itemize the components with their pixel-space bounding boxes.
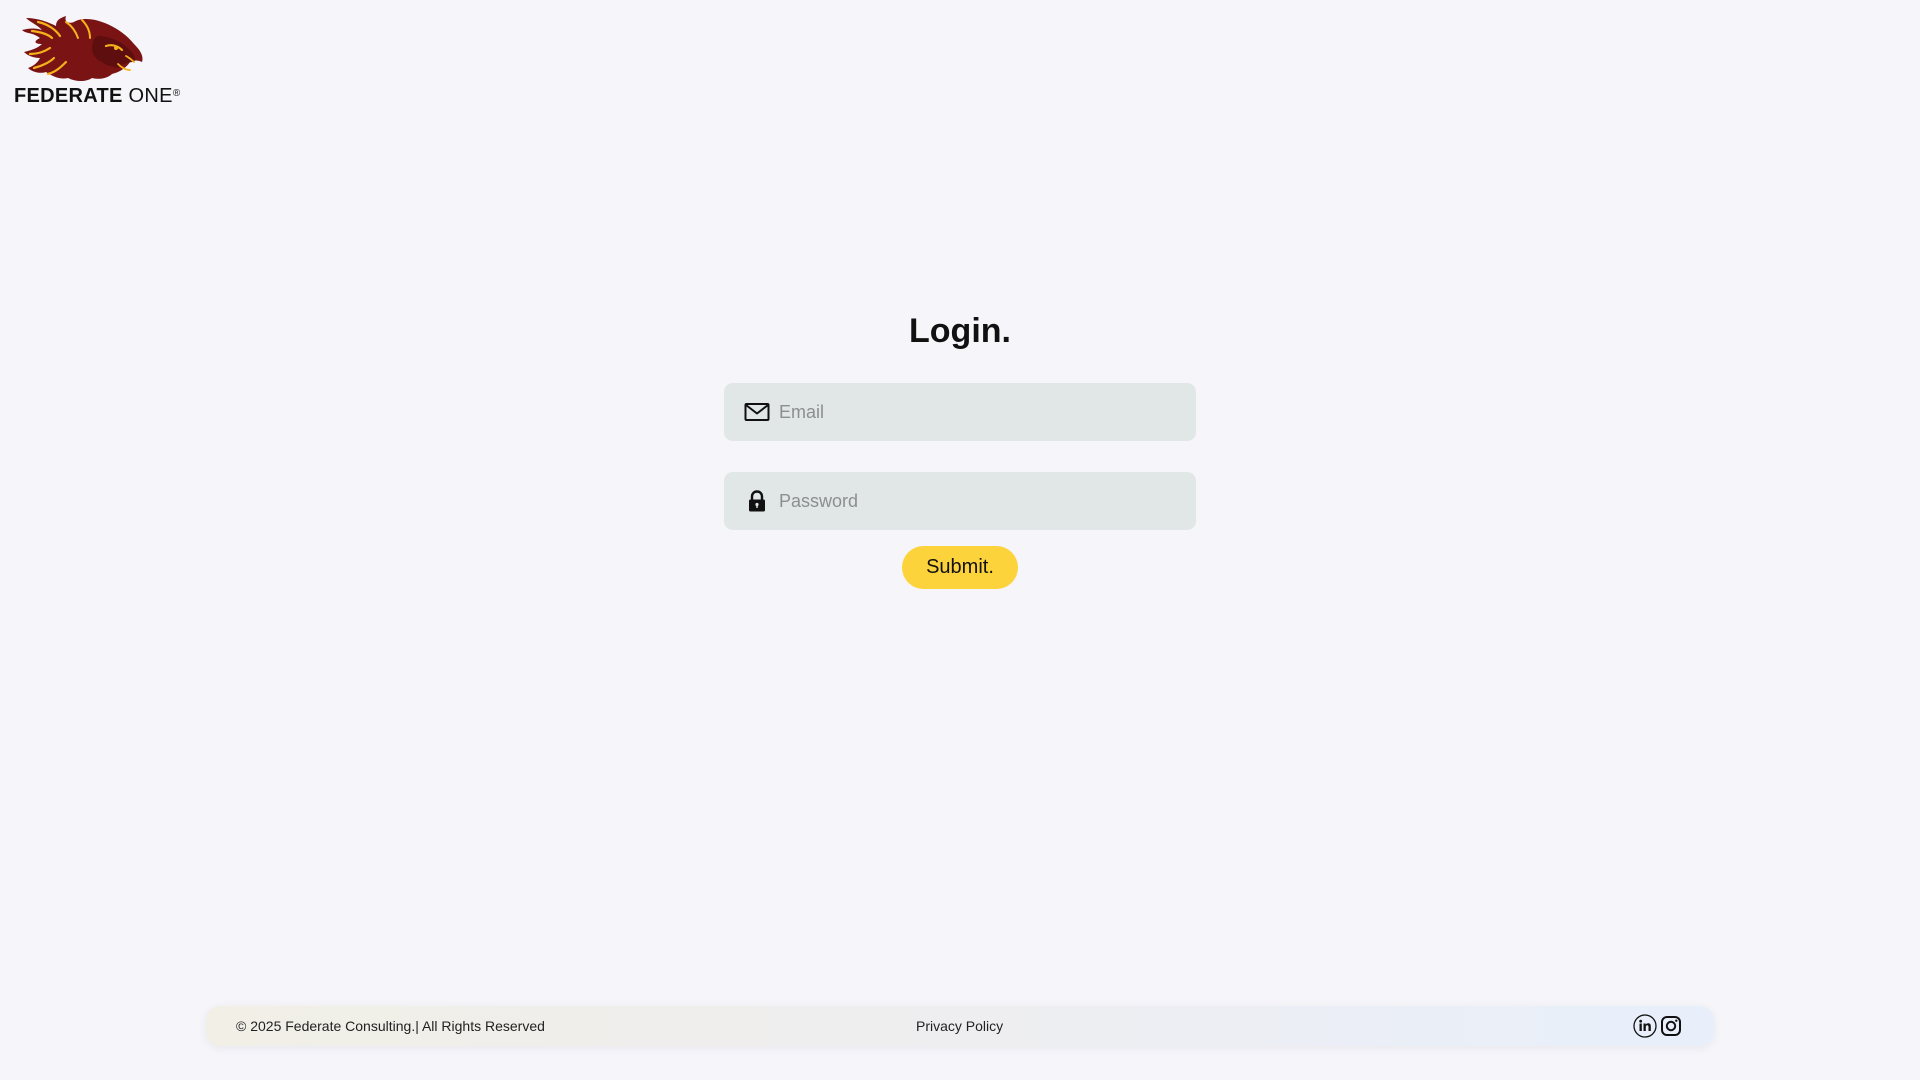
copyright-text: © 2025 Federate Consulting.| All Rights … xyxy=(236,1018,545,1034)
instagram-icon[interactable] xyxy=(1659,1014,1683,1038)
lion-logo-icon xyxy=(22,16,143,81)
submit-button[interactable]: Submit. xyxy=(902,546,1018,589)
privacy-policy-link[interactable]: Privacy Policy xyxy=(916,1006,1003,1046)
lock-icon xyxy=(749,490,765,512)
linkedin-icon[interactable] xyxy=(1633,1014,1657,1038)
mail-icon xyxy=(744,403,770,421)
brand-name-light: ONE xyxy=(122,85,173,107)
brand-name: FEDERATE ONE® xyxy=(14,84,180,108)
password-input[interactable] xyxy=(779,472,1179,530)
brand-name-bold: FEDERATE xyxy=(14,85,123,107)
email-field[interactable] xyxy=(724,383,1196,441)
password-field[interactable] xyxy=(724,472,1196,530)
footer: © 2025 Federate Consulting.| All Rights … xyxy=(206,1006,1714,1046)
page-title: Login. xyxy=(909,312,1011,350)
email-input[interactable] xyxy=(779,383,1179,441)
brand-logo[interactable]: FEDERATE ONE® xyxy=(14,16,180,108)
registered-mark: ® xyxy=(172,88,181,99)
